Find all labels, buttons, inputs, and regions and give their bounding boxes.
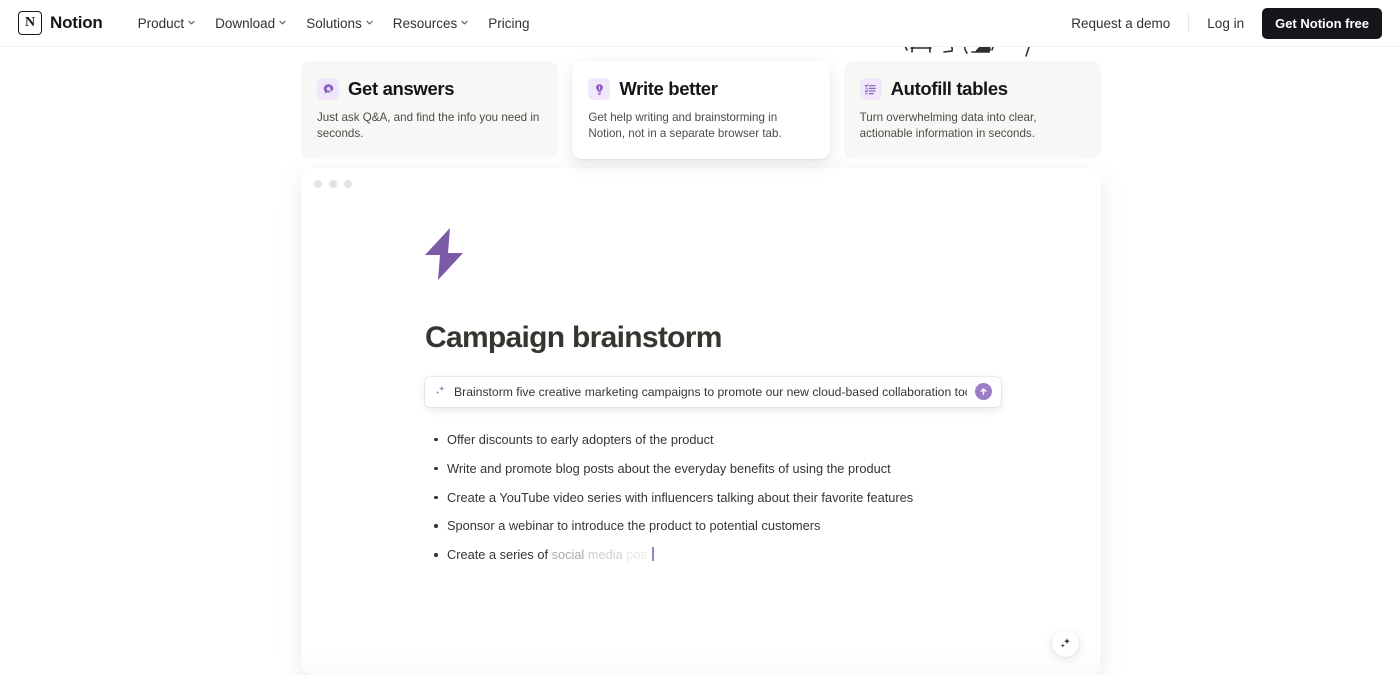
feature-cards: Get answers Just ask Q&A, and find the i… <box>301 61 1101 159</box>
card-header: Autofill tables <box>859 77 1085 100</box>
card-header: Write better <box>588 78 813 100</box>
ai-prompt-input[interactable]: Brainstorm five creative marketing campa… <box>454 385 967 399</box>
window-dot-maximize[interactable] <box>344 180 352 188</box>
list-item[interactable]: Offer discounts to early adopters of the… <box>425 426 1101 455</box>
request-demo-link[interactable]: Request a demo <box>1060 10 1181 37</box>
feature-card-autofill-tables[interactable]: Autofill tables Turn overwhelming data i… <box>843 61 1101 159</box>
arrow-up-icon[interactable] <box>975 383 992 400</box>
lightbulb-icon <box>588 78 611 100</box>
notion-logo-icon: N <box>18 11 42 35</box>
main-nav: Product Download Solutions Resources Pri… <box>129 10 539 37</box>
list-item-text: Sponsor a webinar to introduce the produ… <box>447 518 821 534</box>
card-header: Get answers <box>317 78 542 100</box>
bullet-dot-icon <box>425 546 447 557</box>
list-item-text: Offer discounts to early adopters of the… <box>447 431 714 447</box>
card-title: Autofill tables <box>890 77 1008 99</box>
list-item-text: Write and promote blog posts about the e… <box>447 460 891 476</box>
app-mockup-panel: Campaign brainstorm Brainstorm five crea… <box>301 168 1101 675</box>
ai-sparkle-icon[interactable] <box>1052 630 1079 657</box>
typing-text-solid: Create a series of <box>447 547 552 563</box>
login-link[interactable]: Log in <box>1196 10 1255 37</box>
card-title: Write better <box>619 77 718 99</box>
nav-item-solutions[interactable]: Solutions <box>297 10 382 37</box>
chevron-down-icon <box>461 19 468 26</box>
panel-bottom-fade <box>301 649 1101 675</box>
nav-item-label: Solutions <box>306 15 362 31</box>
site-header: N Notion Product Download Solutions Reso… <box>0 0 1400 47</box>
window-dot-minimize[interactable] <box>329 180 337 188</box>
list-item[interactable]: Sponsor a webinar to introduce the produ… <box>425 512 1101 541</box>
header-actions: Request a demo Log in Get Notion free <box>1060 7 1382 39</box>
bullet-dot-icon <box>425 517 447 528</box>
sparkle-icon <box>435 383 446 401</box>
bullet-dot-icon <box>425 489 447 500</box>
brand-logo[interactable]: N Notion <box>18 11 103 35</box>
nav-item-label: Pricing <box>488 15 530 31</box>
nav-item-resources[interactable]: Resources <box>384 10 478 37</box>
header-divider <box>1188 14 1190 32</box>
feature-card-write-better[interactable]: Write better Get help writing and brains… <box>572 61 830 159</box>
nav-item-label: Download <box>215 15 276 31</box>
list-item-text-typing: Create a series of social media pos <box>447 546 654 565</box>
window-titlebar <box>301 168 1101 200</box>
ai-results-list: Offer discounts to early adopters of the… <box>425 426 1101 571</box>
checklist-table-icon <box>859 78 882 100</box>
nav-item-label: Product <box>137 15 185 31</box>
feature-card-get-answers[interactable]: Get answers Just ask Q&A, and find the i… <box>301 61 559 159</box>
nav-item-product[interactable]: Product <box>129 10 205 37</box>
typing-text-fade1: social <box>551 547 588 563</box>
card-description: Turn overwhelming data into clear, actio… <box>859 111 1037 140</box>
bullet-dot-icon <box>425 431 447 442</box>
list-item[interactable]: Write and promote blog posts about the e… <box>425 454 1101 483</box>
card-title: Get answers <box>348 77 455 99</box>
chevron-down-icon <box>188 19 195 26</box>
page-title: Campaign brainstorm <box>425 321 722 354</box>
nav-item-label: Resources <box>392 15 458 31</box>
ai-prompt-bar[interactable]: Brainstorm five creative marketing campa… <box>425 376 1001 407</box>
list-item[interactable]: Create a YouTube video series with influ… <box>425 483 1101 512</box>
text-caret <box>651 547 654 562</box>
card-description: Just ask Q&A, and find the info you need… <box>317 111 540 140</box>
nav-item-pricing[interactable]: Pricing <box>479 10 538 37</box>
list-item-text: Create a YouTube video series with influ… <box>447 489 914 505</box>
bullet-dot-icon <box>425 460 447 471</box>
get-notion-free-button[interactable]: Get Notion free <box>1262 7 1382 39</box>
document-body: Campaign brainstorm Brainstorm five crea… <box>301 200 1101 570</box>
chevron-down-icon <box>279 19 286 26</box>
brand-name: Notion <box>50 13 103 32</box>
typing-text-fade3: pos <box>626 547 647 563</box>
card-description: Get help writing and brainstorming in No… <box>588 111 782 140</box>
typing-text-fade2: media <box>587 547 627 563</box>
window-dot-close[interactable] <box>314 180 322 188</box>
qa-bubble-icon <box>317 78 339 100</box>
list-item-typing[interactable]: Create a series of social media pos <box>425 541 1101 570</box>
chevron-down-icon <box>366 19 373 26</box>
nav-item-download[interactable]: Download <box>206 10 295 37</box>
lightning-bolt-icon <box>425 228 1101 285</box>
